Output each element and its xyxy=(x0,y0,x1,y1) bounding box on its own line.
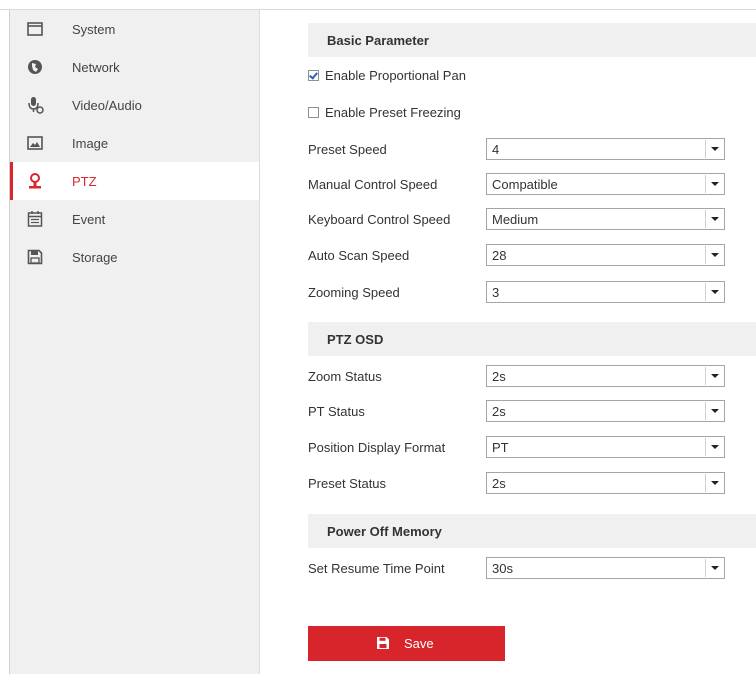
select-value: 4 xyxy=(492,142,500,157)
preset-status-select[interactable]: 2s xyxy=(486,472,725,494)
position-display-format-select[interactable]: PT xyxy=(486,436,725,458)
image-icon xyxy=(27,136,43,150)
chevron-down-icon[interactable] xyxy=(705,283,723,301)
checkbox-label: Enable Proportional Pan xyxy=(325,67,466,83)
chevron-down-icon[interactable] xyxy=(705,367,723,385)
select-value: 30s xyxy=(492,561,513,576)
chevron-down-icon[interactable] xyxy=(705,246,723,264)
calendar-icon xyxy=(27,211,43,227)
sidebar: System Network Video/Audio Image PTZ Eve… xyxy=(10,10,260,674)
select-value: Compatible xyxy=(492,177,558,192)
chevron-down-icon[interactable] xyxy=(705,140,723,158)
select-value: 2s xyxy=(492,404,506,419)
preset-speed-label: Preset Speed xyxy=(308,142,387,157)
sidebar-item-label: Storage xyxy=(72,249,118,265)
sidebar-item-label: Image xyxy=(72,135,109,151)
preset-status-label: Preset Status xyxy=(308,476,387,491)
sidebar-item-ptz[interactable]: PTZ xyxy=(10,162,259,200)
globe-icon xyxy=(28,60,42,74)
floppy-disk-icon xyxy=(27,249,43,265)
ptz-camera-icon xyxy=(29,173,41,189)
select-value: Medium xyxy=(492,212,539,227)
zooming-speed-label: Zooming Speed xyxy=(308,285,400,300)
section-title: Power Off Memory xyxy=(327,524,442,539)
pt-status-label: PT Status xyxy=(308,404,365,419)
pt-status-select[interactable]: 2s xyxy=(486,400,725,422)
keyboard-control-speed-select[interactable]: Medium xyxy=(486,208,725,230)
section-power-off-memory: Power Off Memory xyxy=(308,514,756,548)
zoom-status-label: Zoom Status xyxy=(308,369,382,384)
section-basic-parameter: Basic Parameter xyxy=(308,23,756,57)
sidebar-item-network[interactable]: Network xyxy=(10,48,259,86)
sidebar-item-label: Video/Audio xyxy=(72,97,142,113)
sidebar-item-video-audio[interactable]: Video/Audio xyxy=(10,86,259,124)
resume-time-point-label: Set Resume Time Point xyxy=(308,561,445,576)
enable-proportional-pan-row[interactable]: Enable Proportional Pan xyxy=(308,65,466,85)
resume-time-point-select[interactable]: 30s xyxy=(486,557,725,579)
chevron-down-icon[interactable] xyxy=(705,402,723,420)
manual-control-speed-label: Manual Control Speed xyxy=(308,177,438,192)
auto-scan-speed-label: Auto Scan Speed xyxy=(308,248,410,263)
chevron-down-icon[interactable] xyxy=(705,175,723,193)
select-value: PT xyxy=(492,440,509,455)
section-title: PTZ OSD xyxy=(327,332,384,347)
keyboard-control-speed-label: Keyboard Control Speed xyxy=(308,212,451,227)
chevron-down-icon[interactable] xyxy=(705,474,723,492)
chevron-down-icon[interactable] xyxy=(705,438,723,456)
sidebar-item-label: System xyxy=(72,21,116,37)
microphone-icon xyxy=(28,97,44,114)
monitor-icon xyxy=(27,22,43,36)
select-value: 2s xyxy=(492,476,506,491)
save-button[interactable]: Save xyxy=(308,626,505,661)
sidebar-item-system[interactable]: System xyxy=(10,10,259,48)
select-value: 2s xyxy=(492,369,506,384)
zoom-status-select[interactable]: 2s xyxy=(486,365,725,387)
chevron-down-icon[interactable] xyxy=(705,559,723,577)
sidebar-item-storage[interactable]: Storage xyxy=(10,238,259,276)
auto-scan-speed-select[interactable]: 28 xyxy=(486,244,725,266)
select-value: 3 xyxy=(492,285,500,300)
enable-preset-freezing-checkbox[interactable] xyxy=(308,106,319,118)
position-display-format-label: Position Display Format xyxy=(308,440,446,455)
preset-speed-select[interactable]: 4 xyxy=(486,138,725,160)
floppy-disk-icon xyxy=(377,637,389,649)
sidebar-item-event[interactable]: Event xyxy=(10,200,259,238)
save-button-label: Save xyxy=(404,636,434,651)
manual-control-speed-select[interactable]: Compatible xyxy=(486,173,725,195)
sidebar-item-label: Network xyxy=(72,59,120,75)
select-value: 28 xyxy=(492,248,507,263)
chevron-down-icon[interactable] xyxy=(705,210,723,228)
section-ptz-osd: PTZ OSD xyxy=(308,322,756,356)
checkbox-label: Enable Preset Freezing xyxy=(325,104,461,120)
enable-proportional-pan-checkbox[interactable] xyxy=(308,69,319,81)
enable-preset-freezing-row[interactable]: Enable Preset Freezing xyxy=(308,102,461,122)
zooming-speed-select[interactable]: 3 xyxy=(486,281,725,303)
sidebar-item-label: Event xyxy=(72,211,106,227)
sidebar-item-label: PTZ xyxy=(72,173,97,189)
section-title: Basic Parameter xyxy=(327,33,429,48)
sidebar-item-image[interactable]: Image xyxy=(10,124,259,162)
